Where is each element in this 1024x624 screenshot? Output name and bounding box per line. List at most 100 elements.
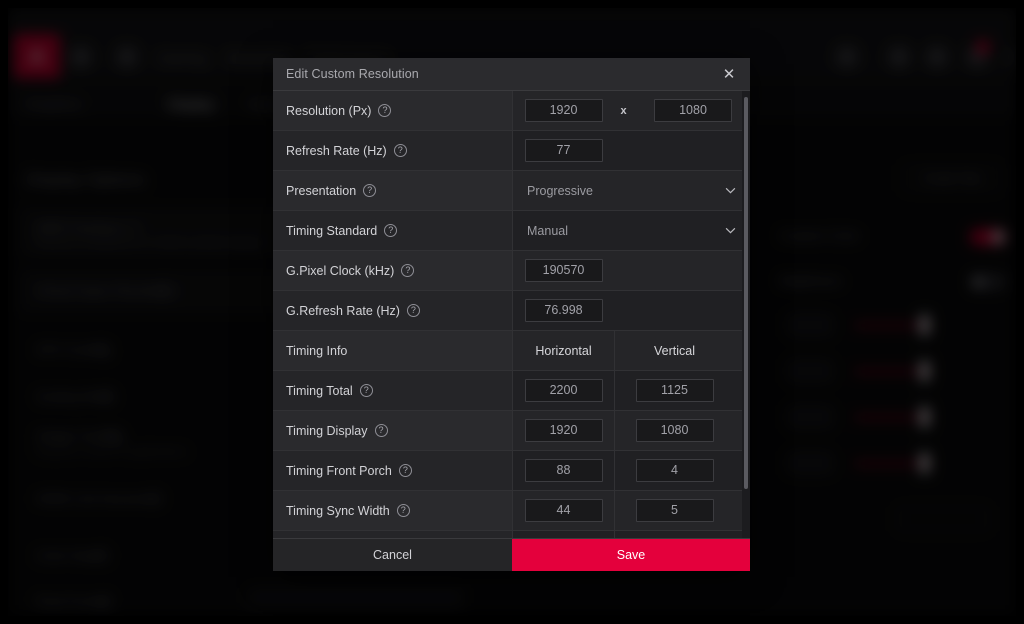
column-header-vertical: Vertical bbox=[614, 331, 734, 370]
timing-standard-dropdown[interactable]: Manual bbox=[513, 211, 750, 250]
label-text: Timing Standard bbox=[286, 223, 378, 238]
timing-sync-width-horizontal-input[interactable]: 44 bbox=[524, 499, 603, 522]
dialog-title: Edit Custom Resolution bbox=[286, 67, 419, 81]
cell-vertical: 5 bbox=[614, 491, 734, 530]
help-icon[interactable]: ? bbox=[393, 144, 407, 157]
cell-horizontal: 190570 bbox=[513, 251, 614, 290]
help-icon[interactable]: ? bbox=[396, 504, 410, 517]
row-fields: Manual bbox=[513, 211, 750, 250]
row-fields: 76.998 bbox=[513, 291, 750, 330]
row-label-refresh-rate: Refresh Rate (Hz) ? bbox=[273, 131, 513, 170]
row-label-partial bbox=[273, 531, 513, 538]
row-label-resolution: Resolution (Px) ? bbox=[273, 91, 513, 130]
row-timing-standard: Timing Standard ? Manual bbox=[273, 211, 750, 251]
cancel-button[interactable]: Cancel bbox=[273, 539, 512, 571]
row-label-timing-info: Timing Info bbox=[273, 331, 513, 370]
dialog-scroll-area: Resolution (Px) ? 1920 x 1080 Refresh Ra… bbox=[273, 91, 750, 538]
save-button[interactable]: Save bbox=[512, 539, 750, 571]
row-fields: 88 4 bbox=[513, 451, 750, 490]
timing-front-porch-horizontal-input[interactable]: 88 bbox=[524, 459, 603, 482]
cell-horizontal: 1920 bbox=[513, 91, 614, 130]
row-refresh-rate: Refresh Rate (Hz) ? 77 bbox=[273, 131, 750, 171]
refresh-rate-input[interactable]: 77 bbox=[524, 139, 603, 162]
timing-total-vertical-input[interactable]: 1125 bbox=[635, 379, 714, 402]
label-text: G.Refresh Rate (Hz) bbox=[286, 303, 400, 318]
cell-vertical: 1125 bbox=[614, 371, 734, 410]
row-label-g-refresh-rate: G.Refresh Rate (Hz) ? bbox=[273, 291, 513, 330]
label-text: Timing Sync Width bbox=[286, 503, 390, 518]
help-icon[interactable]: ? bbox=[359, 384, 373, 397]
row-timing-info: Timing Info Horizontal Vertical bbox=[273, 331, 750, 371]
row-label-timing-front-porch: Timing Front Porch ? bbox=[273, 451, 513, 490]
label-text: Timing Display bbox=[286, 423, 368, 438]
edit-custom-resolution-dialog: Edit Custom Resolution ✕ Resolution (Px)… bbox=[273, 58, 750, 571]
help-icon[interactable]: ? bbox=[401, 264, 415, 277]
label-text: Refresh Rate (Hz) bbox=[286, 143, 387, 158]
help-icon[interactable]: ? bbox=[374, 424, 388, 437]
dialog-header: Edit Custom Resolution ✕ bbox=[273, 58, 750, 91]
column-header-horizontal: Horizontal bbox=[535, 343, 592, 358]
timing-front-porch-vertical-input[interactable]: 4 bbox=[635, 459, 714, 482]
label-text: G.Pixel Clock (kHz) bbox=[286, 263, 395, 278]
row-fields: Progressive bbox=[513, 171, 750, 210]
timing-sync-width-vertical-input[interactable]: 5 bbox=[635, 499, 714, 522]
help-icon[interactable]: ? bbox=[384, 224, 398, 237]
cell-horizontal bbox=[513, 531, 614, 538]
dropdown-value: Manual bbox=[527, 223, 568, 238]
label-text: Resolution (Px) bbox=[286, 103, 372, 118]
label-text: Timing Front Porch bbox=[286, 463, 392, 478]
row-label-presentation: Presentation ? bbox=[273, 171, 513, 210]
row-fields: 190570 bbox=[513, 251, 750, 290]
dialog-footer: Cancel Save bbox=[273, 538, 750, 571]
label-text: Presentation bbox=[286, 183, 357, 198]
row-label-pixel-clock: G.Pixel Clock (kHz) ? bbox=[273, 251, 513, 290]
cell-vertical bbox=[614, 531, 734, 538]
label-text: Timing Info bbox=[286, 343, 348, 358]
row-fields: 1920 1080 bbox=[513, 411, 750, 450]
settings-rows: Resolution (Px) ? 1920 x 1080 Refresh Ra… bbox=[273, 91, 750, 538]
g-refresh-rate-input[interactable]: 76.998 bbox=[524, 299, 603, 322]
row-g-refresh-rate: G.Refresh Rate (Hz) ? 76.998 bbox=[273, 291, 750, 331]
pixel-clock-input[interactable]: 190570 bbox=[524, 259, 603, 282]
row-fields: 44 5 bbox=[513, 491, 750, 530]
cell-vertical: 1080 bbox=[614, 411, 734, 450]
row-label-timing-display: Timing Display ? bbox=[273, 411, 513, 450]
timing-total-horizontal-input[interactable]: 2200 bbox=[524, 379, 603, 402]
row-timing-display: Timing Display ? 1920 1080 bbox=[273, 411, 750, 451]
row-resolution: Resolution (Px) ? 1920 x 1080 bbox=[273, 91, 750, 131]
row-timing-front-porch: Timing Front Porch ? 88 4 bbox=[273, 451, 750, 491]
close-icon[interactable]: ✕ bbox=[718, 63, 740, 85]
row-label-timing-sync-width: Timing Sync Width ? bbox=[273, 491, 513, 530]
timing-display-horizontal-input[interactable]: 1920 bbox=[524, 419, 603, 442]
dialog-scrollbar[interactable] bbox=[742, 91, 750, 538]
resolution-height-input[interactable]: 1080 bbox=[654, 99, 732, 122]
timing-display-vertical-input[interactable]: 1080 bbox=[635, 419, 714, 442]
cell-vertical: 4 bbox=[614, 451, 734, 490]
row-fields: 77 bbox=[513, 131, 750, 170]
cell-vertical: 1080 bbox=[633, 91, 750, 130]
row-label-timing-total: Timing Total ? bbox=[273, 371, 513, 410]
cell-horizontal: 76.998 bbox=[513, 291, 614, 330]
help-icon[interactable]: ? bbox=[378, 104, 392, 117]
cell-horizontal: 88 bbox=[513, 451, 614, 490]
help-icon[interactable]: ? bbox=[363, 184, 377, 197]
row-partial-next bbox=[273, 531, 750, 538]
resolution-width-input[interactable]: 1920 bbox=[524, 99, 603, 122]
help-icon[interactable]: ? bbox=[398, 464, 412, 477]
row-pixel-clock: G.Pixel Clock (kHz) ? 190570 bbox=[273, 251, 750, 291]
cell-horizontal: 44 bbox=[513, 491, 614, 530]
help-icon[interactable]: ? bbox=[406, 304, 420, 317]
row-fields bbox=[513, 531, 750, 538]
screen: A Gaming Streaming Performance Graphics … bbox=[0, 0, 1024, 624]
row-timing-sync-width: Timing Sync Width ? 44 5 bbox=[273, 491, 750, 531]
cell-horizontal: 1920 bbox=[513, 411, 614, 450]
label-text: Timing Total bbox=[286, 383, 353, 398]
presentation-dropdown[interactable]: Progressive bbox=[513, 171, 750, 210]
cell-horizontal: 2200 bbox=[513, 371, 614, 410]
chevron-down-icon bbox=[725, 227, 736, 234]
scrollbar-thumb[interactable] bbox=[744, 97, 748, 489]
dimension-separator: x bbox=[620, 104, 627, 117]
dropdown-value: Progressive bbox=[527, 183, 593, 198]
row-fields: 2200 1125 bbox=[513, 371, 750, 410]
row-fields: 1920 x 1080 bbox=[513, 91, 750, 130]
